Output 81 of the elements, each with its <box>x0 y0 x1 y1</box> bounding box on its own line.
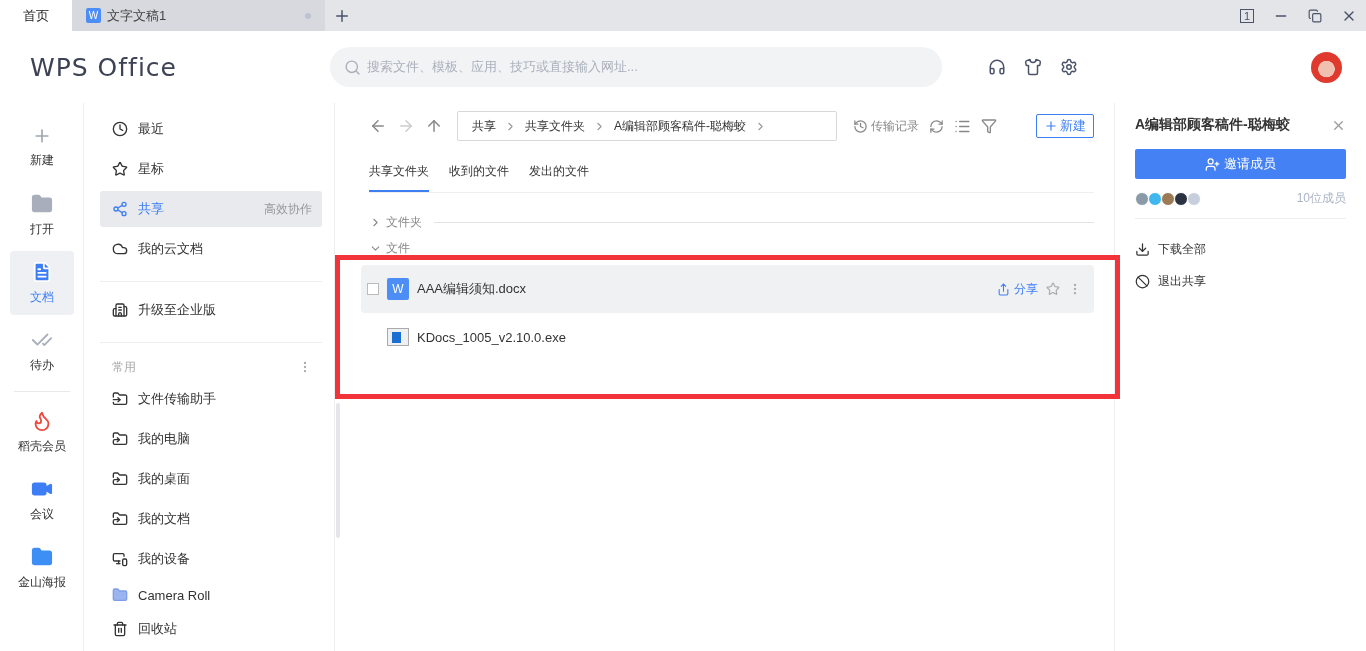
sidebar-item[interactable]: Camera Roll <box>100 581 322 603</box>
share-icon <box>112 201 128 217</box>
tab[interactable]: 首页 <box>0 0 72 31</box>
cloud-icon <box>112 241 128 257</box>
history-button[interactable]: 传输记录 <box>853 117 919 135</box>
folder-icon <box>112 431 128 447</box>
program-icon <box>387 328 409 346</box>
breadcrumb-bar[interactable]: 共享 共享文件夹 A编辑部顾客稿件-聪梅蛟 <box>457 111 837 141</box>
tab[interactable]: 收到的文件 <box>449 151 509 192</box>
plus-icon <box>1044 119 1058 133</box>
breadcrumb-link[interactable]: 共享文件夹 <box>525 117 585 135</box>
group-title: 文件 <box>386 239 410 257</box>
sidebar-item[interactable]: 升级至企业版 <box>100 292 322 328</box>
up-icon[interactable] <box>425 117 443 135</box>
search-icon <box>344 58 361 76</box>
restore-icon[interactable] <box>1308 8 1322 23</box>
clock-icon <box>112 121 128 137</box>
share-icon <box>997 282 1010 296</box>
panel-title: A编辑部顾客稿件-聪梅蛟 <box>1135 116 1290 134</box>
member-count: 10位成员 <box>1296 190 1346 207</box>
section-title: 常用 <box>112 358 136 376</box>
nav-item[interactable]: 稻壳会员 <box>9 400 74 464</box>
folder-icon <box>112 511 128 527</box>
action-link[interactable]: 退出共享 <box>1135 265 1346 297</box>
download-icon <box>1135 241 1150 257</box>
sidebar-item[interactable]: 我的电脑 <box>100 421 322 457</box>
tab[interactable]: 发出的文件 <box>529 151 589 192</box>
settings-icon[interactable] <box>1060 58 1078 76</box>
group-title: 文件夹 <box>386 213 422 231</box>
folder-icon <box>30 545 53 568</box>
writer-icon: W <box>86 8 101 23</box>
folder-icon <box>112 391 128 407</box>
avatar[interactable] <box>1311 51 1342 83</box>
hint-text: 高效协作 <box>264 200 312 218</box>
file-name: AAA编辑须知.docx <box>417 280 527 298</box>
invite-button[interactable]: 邀请成员 <box>1135 149 1346 179</box>
star-icon <box>112 161 128 177</box>
logo: WPS Office <box>30 52 178 82</box>
action-link[interactable]: 下载全部 <box>1135 233 1346 265</box>
writer-icon: W <box>387 278 409 300</box>
sidebar-item[interactable]: 回收站 <box>100 611 322 647</box>
back-icon[interactable] <box>369 117 387 135</box>
building-icon <box>112 302 128 318</box>
sidebar-item[interactable]: 我的文档 <box>100 501 322 537</box>
checkbox[interactable] <box>367 283 379 295</box>
history-icon <box>853 118 868 134</box>
refresh-icon[interactable] <box>929 118 944 134</box>
star-icon[interactable] <box>1046 282 1060 296</box>
nav-item[interactable]: 待办 <box>9 319 74 383</box>
unsaved-dot <box>305 12 311 19</box>
breadcrumb-link[interactable]: 共享 <box>472 117 496 135</box>
new-button[interactable]: 新建 <box>1036 114 1094 138</box>
folder-icon <box>30 192 53 215</box>
filter-icon[interactable] <box>981 118 997 134</box>
tab[interactable]: 共享文件夹 <box>369 151 429 192</box>
shirt-icon[interactable] <box>1024 58 1042 76</box>
sidebar-item[interactable]: 文件传输助手 <box>100 381 322 417</box>
nav-item[interactable]: 文档 <box>9 251 74 315</box>
sidebar-item[interactable]: 星标 <box>100 151 322 187</box>
sidebar-item[interactable]: 我的设备 <box>100 541 322 577</box>
prohibited-icon <box>1135 273 1150 289</box>
share-link[interactable]: 分享 <box>997 280 1038 298</box>
device-icon <box>112 551 128 567</box>
folder-icon <box>112 471 128 487</box>
file-name: KDocs_1005_v2.10.0.exe <box>417 329 566 345</box>
file-row[interactable]: W AAA编辑须知.docx 分享 <box>361 265 1094 313</box>
nav-item[interactable]: 新建 <box>9 115 74 179</box>
nav-item[interactable]: 打开 <box>9 183 74 247</box>
nav-item[interactable]: 金山海报 <box>9 536 74 600</box>
sidebar-item[interactable]: 最近 <box>100 111 322 147</box>
add-user-icon <box>1205 156 1220 172</box>
file-row[interactable]: KDocs_1005_v2.10.0.exe <box>361 313 1094 361</box>
folder-icon <box>112 587 128 603</box>
sidebar-item[interactable]: 我的桌面 <box>100 461 322 497</box>
tab[interactable]: W 文字文稿1 <box>72 0 325 31</box>
nav-item[interactable]: 会议 <box>9 468 74 532</box>
headset-icon[interactable] <box>988 58 1006 76</box>
sidebar-item[interactable]: 我的云文档 <box>100 231 322 267</box>
trash-icon <box>112 621 128 637</box>
breadcrumb-link[interactable]: A编辑部顾客稿件-聪梅蛟 <box>614 117 746 135</box>
window-counter[interactable]: 1 <box>1239 8 1255 23</box>
